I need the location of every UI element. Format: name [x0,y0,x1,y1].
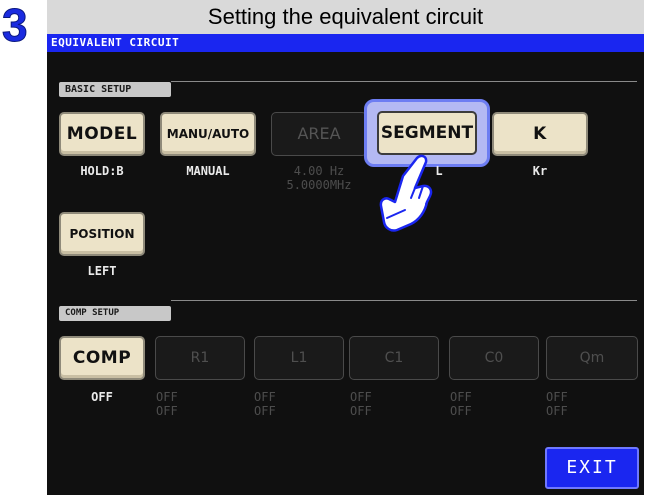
title-bar: EQUIVALENT CIRCUIT [47,34,644,52]
model-button-label: MODEL [66,124,138,144]
manu-auto-value: MANUAL [186,164,230,178]
step-number: 3 [2,0,29,51]
r1-value-1: OFF [156,390,178,404]
comp-value: OFF [91,390,113,404]
area-value-start: 4.00 Hz [293,164,345,178]
r1-button-label: R1 [190,350,210,366]
l1-button[interactable]: L1 [254,336,344,380]
r1-value-2: OFF [156,404,178,418]
basic-setup-tab: BASIC SETUP [59,82,171,97]
segment-button-label: SEGMENT [380,123,474,143]
qm-button-label: Qm [579,350,605,366]
position-value: LEFT [87,264,117,278]
position-button[interactable]: POSITION [59,212,145,256]
comp-button-label: COMP [72,348,132,368]
c0-button-label: C0 [484,350,504,366]
k-button[interactable]: K [492,112,588,156]
window-title: EQUIVALENT CIRCUIT [51,36,180,49]
r1-button[interactable]: R1 [155,336,245,380]
c1-button[interactable]: C1 [349,336,439,380]
qm-value-1: OFF [546,390,568,404]
model-button[interactable]: MODEL [59,112,145,156]
segment-button[interactable]: SEGMENT [377,111,477,155]
area-button-label: AREA [297,124,341,143]
l1-value-1: OFF [254,390,276,404]
pointing-hand-icon [379,154,433,232]
model-value: HOLD:B [80,164,124,178]
comp-button[interactable]: COMP [59,336,145,380]
area-button[interactable]: AREA [271,112,367,156]
c0-value-2: OFF [450,404,472,418]
c0-value-1: OFF [450,390,472,404]
c1-value-2: OFF [350,404,372,418]
step-heading: Setting the equivalent circuit [47,0,644,34]
k-value: Kr [532,164,548,178]
comp-setup-divider [171,300,637,301]
c0-button[interactable]: C0 [449,336,539,380]
device-screen: EQUIVALENT CIRCUIT BASIC SETUP MODEL HOL… [47,34,644,495]
exit-button[interactable]: EXIT [545,447,639,489]
position-button-label: POSITION [69,227,135,241]
qm-value-2: OFF [546,404,568,418]
c1-value-1: OFF [350,390,372,404]
comp-setup-tab: COMP SETUP [59,306,171,321]
c1-button-label: C1 [384,350,404,366]
k-button-label: K [533,124,547,144]
manu-auto-button[interactable]: MANU/AUTO [160,112,256,156]
qm-button[interactable]: Qm [546,336,638,380]
basic-setup-divider [171,81,637,82]
manu-auto-button-label: MANU/AUTO [166,127,250,141]
l1-value-2: OFF [254,404,276,418]
area-value-end: 5.0000MHz [286,178,352,192]
l1-button-label: L1 [290,350,308,366]
